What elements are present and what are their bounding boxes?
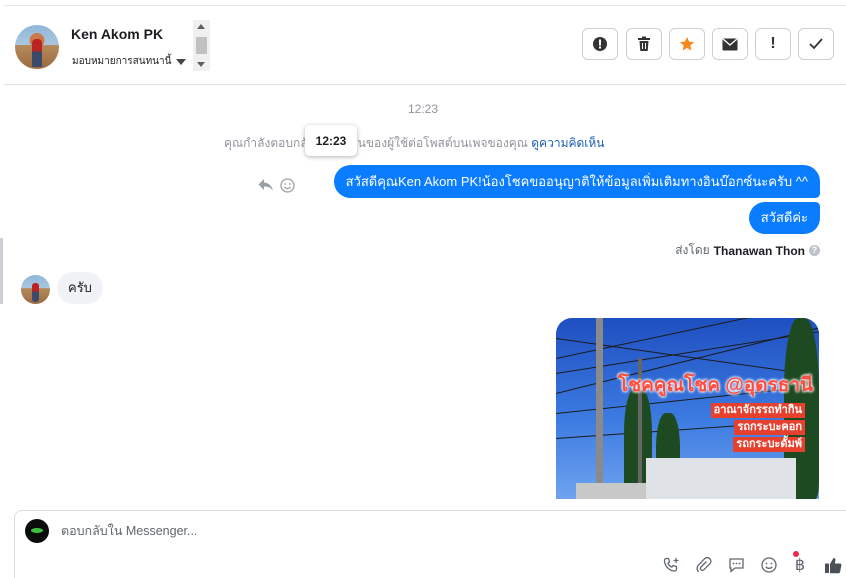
assign-conversation-dropdown[interactable]: มอบหมายการสนทนานี้ (72, 54, 187, 69)
reply-composer: ฿ (14, 510, 846, 578)
image-caption-2: รถกระบะคอก (734, 420, 805, 435)
alert-circle-icon (593, 37, 607, 51)
assign-label: มอบหมายการสนทนานี้ (72, 56, 172, 67)
mark-unread-button[interactable] (712, 28, 748, 60)
caret-down-icon (176, 58, 187, 65)
scroll-thumb[interactable] (196, 37, 207, 54)
sent-by-name: Thanawan Thon (713, 243, 805, 258)
contact-name[interactable]: Ken Akom PK (71, 26, 163, 42)
star-button[interactable] (669, 28, 705, 60)
image-caption-1: อาณาจักรรถทำกิน (710, 403, 805, 418)
comment-context-notice: คุณกำลังตอบกลั เห็นของผู้ใช้ต่อโพสต์บนเพจ… (224, 134, 605, 153)
image-title-text: โชคคูณโชค @อุดรธานี (618, 375, 813, 396)
add-call-icon[interactable] (661, 555, 681, 575)
outgoing-message[interactable]: สวัสดีคุณKen Akom PK!น้องโชคขออนุญาติให้… (333, 165, 820, 198)
sent-by-line: ส่งโดย Thanawan Thon ? (675, 241, 820, 260)
message-actions (258, 178, 295, 193)
conversation-header: Ken Akom PK มอบหมายการสนทนานี้ ! (4, 5, 846, 85)
reply-input[interactable] (59, 523, 623, 539)
image-attachment[interactable]: โชคคูณโชค @อุดรธานี อาณาจักรรถทำกิน รถกร… (556, 318, 819, 499)
help-icon[interactable]: ? (809, 245, 820, 256)
exclamation-icon: ! (770, 35, 776, 52)
image-caption-3: รถกระบะดั้มพ์ (733, 437, 805, 452)
timestamp-tooltip: 12:23 (305, 125, 357, 156)
emoji-icon[interactable] (759, 555, 779, 575)
reply-icon[interactable] (258, 178, 274, 192)
react-emoji-icon[interactable] (280, 178, 295, 193)
payment-notification-dot (793, 551, 799, 557)
report-button[interactable] (582, 28, 618, 60)
checkmark-icon (809, 38, 823, 50)
contact-avatar-small[interactable] (21, 275, 50, 304)
sent-by-label: ส่งโดย (675, 243, 710, 257)
star-icon (680, 37, 694, 51)
incoming-message[interactable]: ครับ (57, 272, 103, 304)
delete-button[interactable] (626, 28, 662, 60)
saved-replies-icon[interactable] (726, 555, 746, 575)
left-resize-edge (0, 238, 3, 304)
context-prefix: คุณกำลังตอบกลั (224, 136, 308, 150)
conversation-timestamp: 12:23 (407, 102, 439, 116)
assign-scrollbar[interactable] (193, 20, 210, 71)
outgoing-message[interactable]: สวัสดีค่ะ (748, 202, 820, 234)
mark-done-button[interactable] (798, 28, 834, 60)
scroll-down-icon[interactable] (197, 62, 205, 67)
envelope-icon (722, 37, 738, 50)
view-comment-link[interactable]: ดูความคิดเห็น (531, 136, 604, 150)
context-suffix: เห็นของผู้ใช้ต่อโพสต์บนเพจของคุณ (345, 136, 528, 150)
important-button[interactable]: ! (755, 28, 791, 60)
paperclip-icon[interactable] (694, 555, 714, 575)
baht-payment-icon[interactable]: ฿ (790, 555, 810, 575)
thumbs-up-icon[interactable] (823, 555, 843, 575)
trash-icon (638, 36, 650, 51)
page-avatar (25, 519, 49, 543)
contact-avatar[interactable] (15, 25, 59, 69)
scroll-up-icon[interactable] (197, 24, 205, 29)
